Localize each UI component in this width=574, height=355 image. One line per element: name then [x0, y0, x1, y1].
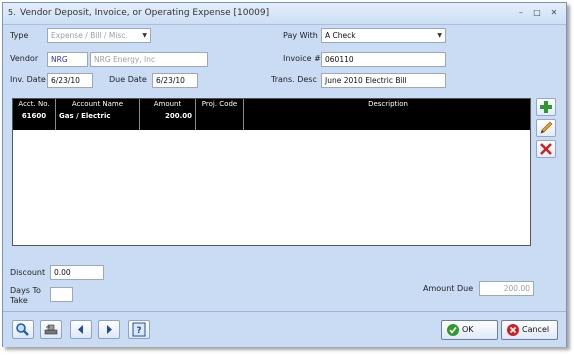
cell-proj-code — [196, 110, 244, 130]
previous-button[interactable] — [70, 320, 92, 339]
inv-date-field[interactable]: 6/23/10 — [47, 73, 93, 88]
vendor-label: Vendor — [10, 54, 39, 63]
cell-account-name: Gas / Electric — [56, 110, 140, 130]
title-bar: 5. Vendor Deposit, Invoice, or Operating… — [3, 3, 566, 25]
type-select[interactable]: Expense / Bill / Misc. ▼ — [47, 28, 151, 43]
chevron-down-icon: ▼ — [142, 32, 147, 39]
edit-row-button[interactable] — [536, 119, 556, 137]
svg-text:?: ? — [136, 326, 141, 336]
type-value: Expense / Bill / Misc. — [51, 31, 128, 40]
cell-amount: 200.00 — [140, 110, 196, 130]
discount-label: Discount — [10, 268, 46, 277]
window-title: Vendor Deposit, Invoice, or Operating Ex… — [20, 8, 270, 18]
vendor-expense-window: 5. Vendor Deposit, Invoice, or Operating… — [2, 2, 567, 347]
trans-desc-label: Trans. Desc — [271, 75, 317, 84]
search-icon — [16, 323, 29, 336]
cancel-button[interactable]: Cancel — [501, 320, 558, 340]
next-button[interactable] — [98, 320, 120, 339]
amount-due-field: 200.00 — [479, 281, 534, 296]
days-to-take-label-line1: Days To — [10, 286, 41, 295]
ok-label: OK — [462, 325, 474, 334]
trans-desc-field[interactable]: June 2010 Electric Bill — [321, 73, 446, 88]
stamp-button[interactable] — [40, 320, 62, 339]
pay-with-value: A Check — [325, 31, 356, 40]
due-date-label: Due Date — [109, 75, 147, 84]
col-acct-no[interactable]: Acct. No. — [13, 99, 56, 110]
stamp-icon — [44, 324, 58, 335]
next-icon — [107, 325, 112, 334]
days-to-take-field[interactable] — [50, 287, 73, 302]
pay-with-label: Pay With — [283, 31, 318, 40]
chevron-down-icon: ▼ — [437, 32, 442, 39]
footer-toolbar: ? OK Cancel — [3, 311, 566, 347]
col-proj-code[interactable]: Proj. Code — [196, 99, 244, 110]
grid-header: Acct. No. Account Name Amount Proj. Code… — [13, 99, 530, 110]
vendor-code-field[interactable]: NRG — [47, 52, 88, 67]
add-row-icon — [540, 101, 552, 113]
close-button[interactable]: ✕ — [548, 7, 560, 19]
ok-button[interactable]: OK — [441, 320, 498, 340]
delete-row-icon — [540, 143, 552, 155]
table-row[interactable]: 61600 Gas / Electric 200.00 — [13, 110, 530, 130]
line-items-grid[interactable]: Acct. No. Account Name Amount Proj. Code… — [12, 98, 531, 246]
vendor-name-field: NRG Energy, Inc — [90, 52, 208, 67]
ok-check-icon — [447, 324, 459, 336]
col-account-name[interactable]: Account Name — [56, 99, 140, 110]
help-icon: ? — [132, 322, 146, 337]
col-amount[interactable]: Amount — [140, 99, 196, 110]
minimize-button[interactable]: – — [515, 7, 527, 19]
cancel-label: Cancel — [522, 325, 550, 334]
cancel-x-icon — [507, 324, 519, 336]
invoice-label: Invoice # — [283, 54, 321, 63]
discount-field[interactable]: 0.00 — [50, 265, 104, 280]
amount-due-label: Amount Due — [423, 284, 474, 293]
inv-date-label: Inv. Date — [10, 75, 46, 84]
days-to-take-label-line2: Take — [10, 296, 28, 305]
cell-acct-no: 61600 — [13, 110, 56, 130]
search-button[interactable] — [12, 320, 34, 339]
pay-with-select[interactable]: A Check ▼ — [321, 28, 446, 43]
type-label: Type — [10, 31, 29, 40]
cell-description — [244, 110, 532, 130]
delete-row-button[interactable] — [536, 140, 556, 158]
app-icon: 5. — [8, 8, 16, 17]
edit-row-icon — [540, 121, 553, 134]
invoice-field[interactable]: 060110 — [321, 52, 446, 67]
help-button[interactable]: ? — [128, 320, 150, 339]
maximize-button[interactable]: □ — [531, 7, 543, 19]
add-row-button[interactable] — [536, 98, 556, 116]
due-date-field[interactable]: 6/23/10 — [152, 73, 198, 88]
col-description[interactable]: Description — [244, 99, 532, 110]
prev-icon — [78, 325, 83, 334]
